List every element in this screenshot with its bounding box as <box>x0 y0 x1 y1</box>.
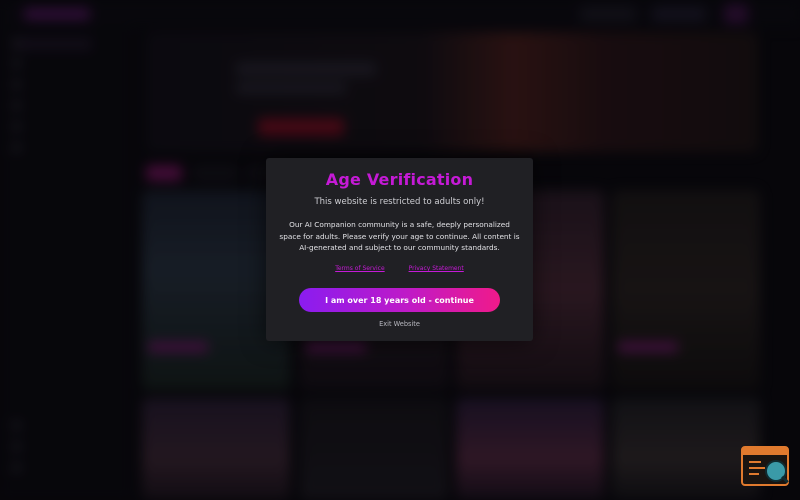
exit-website-link[interactable]: Exit Website <box>266 320 533 328</box>
privacy-link[interactable]: Privacy Statement <box>409 265 464 272</box>
legal-links: Terms of Service Privacy Statement <box>266 265 533 272</box>
modal-subtitle: This website is restricted to adults onl… <box>314 197 485 207</box>
age-verification-modal: Age Verification This website is restric… <box>266 158 533 341</box>
confirm-age-button[interactable]: I am over 18 years old - continue <box>299 288 500 312</box>
app-window-search-icon[interactable] <box>741 446 789 486</box>
terms-link[interactable]: Terms of Service <box>335 265 384 272</box>
modal-body-text: Our AI Companion community is a safe, de… <box>279 220 520 252</box>
modal-title: Age Verification <box>325 170 474 189</box>
